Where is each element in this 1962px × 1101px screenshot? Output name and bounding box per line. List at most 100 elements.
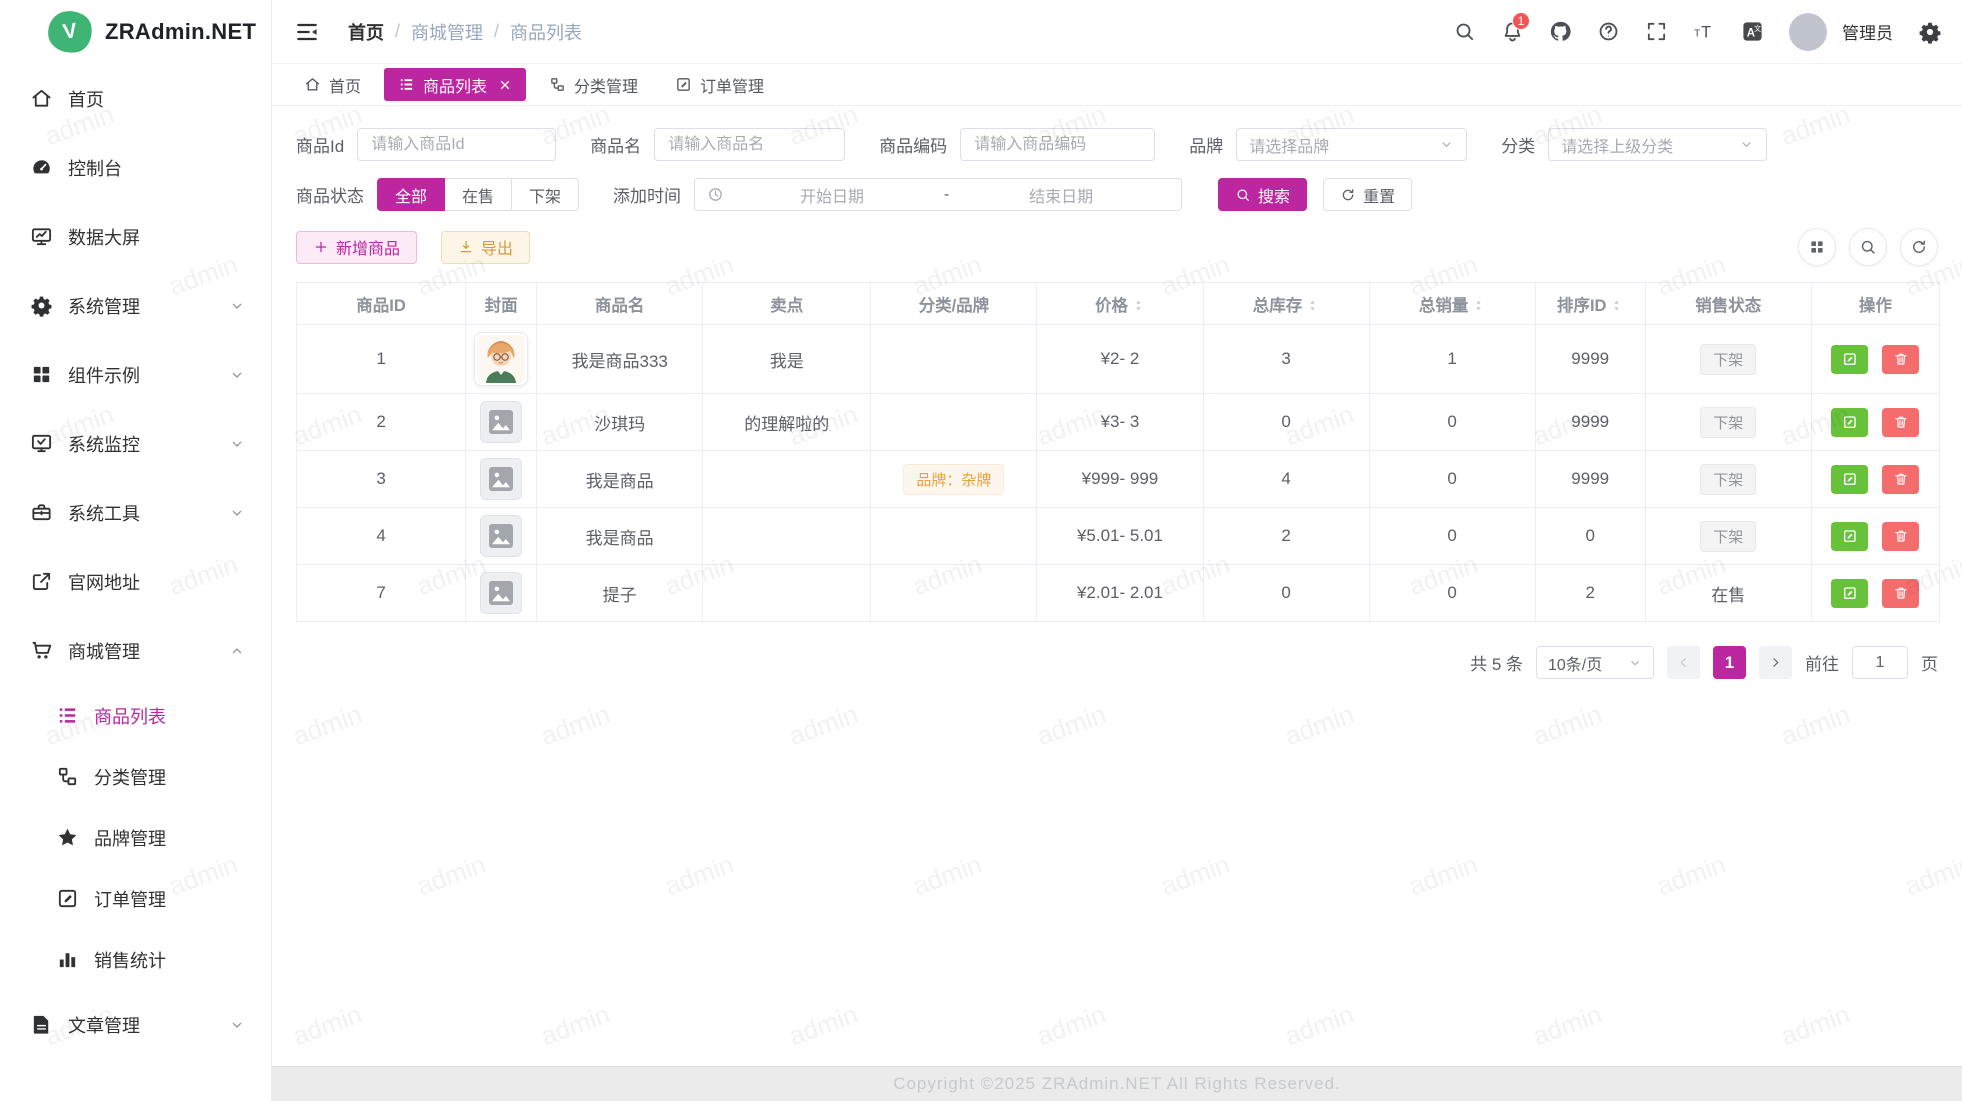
category-select[interactable]: 请选择上级分类 — [1548, 128, 1767, 161]
status-option-在售[interactable]: 在售 — [445, 178, 512, 211]
close-icon[interactable] — [498, 78, 512, 92]
sidebar-item-控制台[interactable]: 控制台 — [0, 133, 271, 202]
breadcrumb-item-首页[interactable]: 首页 — [348, 19, 384, 45]
delete-button[interactable] — [1882, 408, 1919, 437]
cell-product-name: 沙琪玛 — [537, 394, 703, 451]
column-header-排序ID[interactable]: 排序ID — [1535, 283, 1645, 325]
bell-icon[interactable]: 1 — [1501, 20, 1524, 43]
sidebar-item-数据大屏[interactable]: 数据大屏 — [0, 202, 271, 271]
fontsize-icon[interactable]: TT — [1693, 20, 1716, 43]
caret-sort-icon — [1306, 296, 1319, 315]
column-label: 总销量 — [1419, 297, 1469, 315]
cell-brand — [871, 325, 1037, 394]
search-button[interactable]: 搜索 — [1218, 178, 1307, 211]
column-header-操作: 操作 — [1811, 283, 1939, 325]
end-date-placeholder[interactable]: 结束日期 — [953, 183, 1169, 207]
cell-product-id: 1 — [297, 325, 466, 394]
cart-icon — [30, 639, 53, 662]
gear-icon — [30, 294, 53, 317]
home-icon — [304, 76, 321, 93]
sidebar-item-文章管理[interactable]: 文章管理 — [0, 990, 271, 1059]
caret-sort-icon — [1472, 296, 1485, 315]
show-search-button[interactable] — [1849, 228, 1887, 266]
search-icon[interactable] — [1453, 20, 1476, 43]
delete-button[interactable] — [1882, 465, 1919, 494]
cell-sort-id: 9999 — [1535, 394, 1645, 451]
breadcrumb-item-商品列表[interactable]: 商品列表 — [510, 19, 582, 45]
goto-page-input[interactable] — [1852, 646, 1908, 679]
language-icon[interactable]: A文 — [1741, 20, 1764, 43]
sidebar-item-商城管理[interactable]: 商城管理 — [0, 616, 271, 685]
reset-button[interactable]: 重置 — [1323, 178, 1412, 211]
product-id-input[interactable] — [357, 128, 556, 161]
sidebar-item-销售统计[interactable]: 销售统计 — [0, 929, 271, 990]
github-icon[interactable] — [1549, 20, 1572, 43]
delete-button[interactable] — [1882, 579, 1919, 608]
sidebar-item-首页[interactable]: 首页 — [0, 64, 271, 133]
edit-icon — [1842, 351, 1858, 367]
product-name-input[interactable] — [654, 128, 845, 161]
logo[interactable]: V ZRAdmin.NET — [0, 0, 271, 64]
menu-label: 分类管理 — [94, 764, 166, 790]
refresh-table-button[interactable] — [1900, 228, 1938, 266]
edit-button[interactable] — [1831, 579, 1868, 608]
column-header-总销量[interactable]: 总销量 — [1369, 283, 1535, 325]
column-label: 价格 — [1095, 297, 1128, 315]
prev-page-button[interactable] — [1667, 646, 1700, 679]
edit-button[interactable] — [1831, 345, 1868, 374]
cell-price: ¥2- 2 — [1037, 325, 1203, 394]
cell-selling-point — [703, 565, 871, 622]
edit-button[interactable] — [1831, 522, 1868, 551]
collapse-sidebar-icon[interactable] — [294, 19, 320, 45]
column-header-封面: 封面 — [466, 283, 537, 325]
sidebar-item-系统监控[interactable]: 系统监控 — [0, 409, 271, 478]
tab-首页[interactable]: 首页 — [290, 68, 375, 101]
sidebar-item-分类管理[interactable]: 分类管理 — [0, 746, 271, 807]
sidebar-item-品牌管理[interactable]: 品牌管理 — [0, 807, 271, 868]
filter-status: 商品状态 全部在售下架 — [296, 178, 579, 211]
sidebar-item-官网地址[interactable]: 官网地址 — [0, 547, 271, 616]
cell-product-id: 3 — [297, 451, 466, 508]
date-range-picker[interactable]: 开始日期 - 结束日期 — [694, 178, 1182, 211]
delete-button[interactable] — [1882, 345, 1919, 374]
edit-button[interactable] — [1831, 465, 1868, 494]
tab-订单管理[interactable]: 订单管理 — [661, 68, 778, 101]
edit-button[interactable] — [1831, 408, 1868, 437]
export-label: 导出 — [481, 235, 513, 259]
sidebar-item-商品列表[interactable]: 商品列表 — [0, 685, 271, 746]
breadcrumb-item-商城管理[interactable]: 商城管理 — [411, 19, 483, 45]
help-icon[interactable] — [1597, 20, 1620, 43]
cell-brand — [871, 508, 1037, 565]
brand-select[interactable]: 请选择品牌 — [1236, 128, 1467, 161]
column-header-总库存[interactable]: 总库存 — [1203, 283, 1369, 325]
column-settings-button[interactable] — [1798, 228, 1836, 266]
column-header-价格[interactable]: 价格 — [1037, 283, 1203, 325]
status-option-全部[interactable]: 全部 — [377, 178, 445, 211]
sidebar-item-系统工具[interactable]: 系统工具 — [0, 478, 271, 547]
add-product-button[interactable]: 新增商品 — [296, 231, 417, 264]
product-cover-image[interactable] — [474, 332, 528, 386]
status-radio-group: 全部在售下架 — [377, 178, 579, 211]
settings-gear-icon[interactable] — [1918, 20, 1942, 44]
list-icon — [56, 704, 79, 727]
avatar[interactable] — [1789, 13, 1827, 51]
tab-分类管理[interactable]: 分类管理 — [535, 68, 652, 101]
status-option-下架[interactable]: 下架 — [512, 178, 579, 211]
fullscreen-icon[interactable] — [1645, 20, 1668, 43]
export-button[interactable]: 导出 — [441, 231, 530, 264]
image-placeholder-icon — [480, 401, 522, 443]
menu-label: 系统管理 — [68, 293, 140, 319]
product-code-input[interactable] — [960, 128, 1155, 161]
cell-stock: 2 — [1203, 508, 1369, 565]
sidebar-item-订单管理[interactable]: 订单管理 — [0, 868, 271, 929]
delete-button[interactable] — [1882, 522, 1919, 551]
sidebar-item-组件示例[interactable]: 组件示例 — [0, 340, 271, 409]
tab-商品列表[interactable]: 商品列表 — [384, 68, 526, 101]
page-size-select[interactable]: 10条/页 — [1536, 646, 1654, 679]
username[interactable]: 管理员 — [1842, 19, 1893, 44]
sidebar-item-系统管理[interactable]: 系统管理 — [0, 271, 271, 340]
start-date-placeholder[interactable]: 开始日期 — [724, 183, 940, 207]
next-page-button[interactable] — [1759, 646, 1792, 679]
dashboard-icon — [30, 156, 53, 179]
page-number-1[interactable]: 1 — [1713, 646, 1746, 679]
